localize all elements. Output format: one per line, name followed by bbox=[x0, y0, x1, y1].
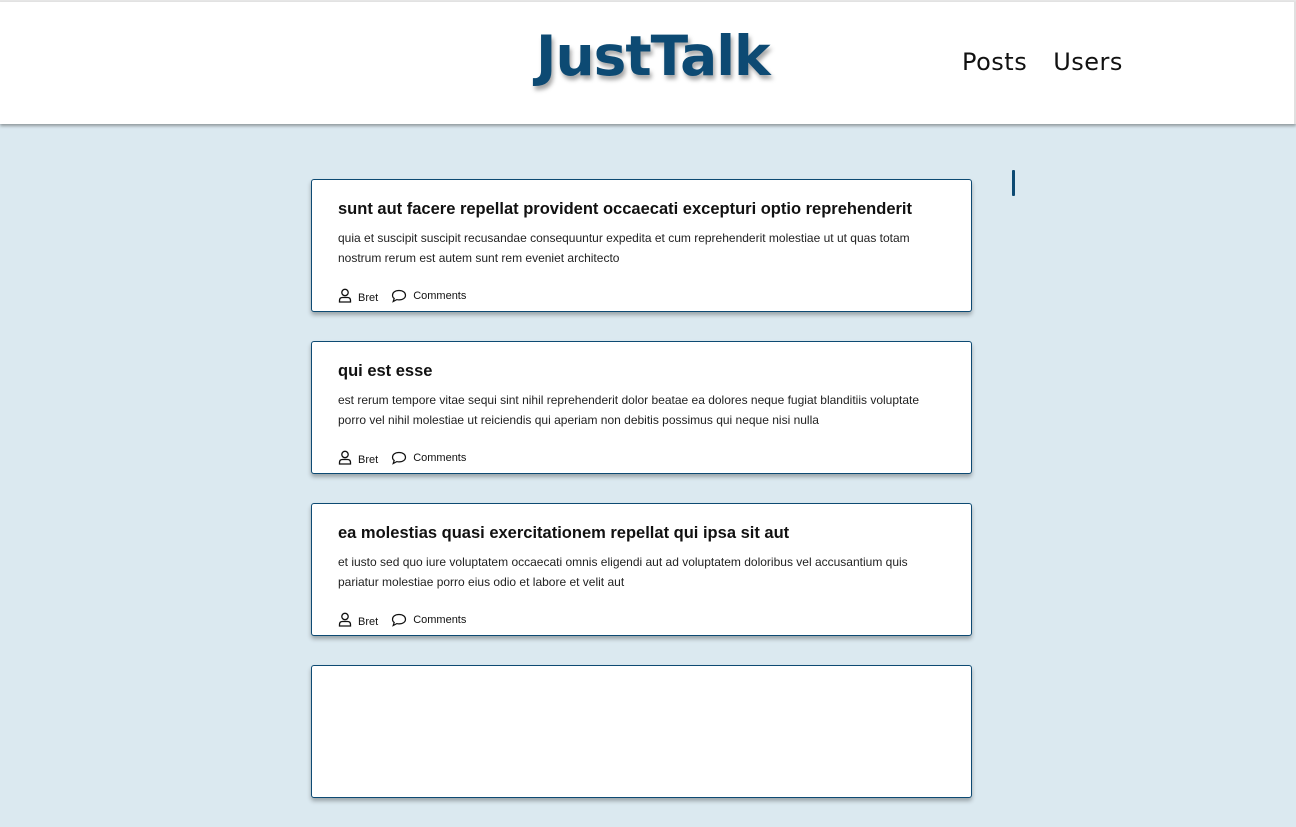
main-nav: Posts Users bbox=[962, 48, 1123, 76]
logo[interactable]: JustTalk bbox=[536, 24, 771, 88]
post-title[interactable]: ea molestias quasi exercitationem repell… bbox=[338, 523, 945, 543]
author-name: Bret bbox=[358, 292, 379, 304]
speech-bubble-icon bbox=[392, 613, 407, 627]
post-body: quia et suscipit suscipit recusandae con… bbox=[338, 231, 910, 265]
post-card[interactable]: qui est esse est rerum tempore vitae seq… bbox=[311, 341, 972, 474]
comments-label: Comments bbox=[413, 613, 467, 626]
comments-link[interactable]: Comments bbox=[391, 451, 466, 465]
nav-posts[interactable]: Posts bbox=[962, 48, 1027, 76]
author-link[interactable]: Bret bbox=[338, 611, 378, 628]
post-meta: Bret Comments bbox=[338, 287, 466, 304]
active-indicator bbox=[1012, 170, 1015, 196]
post-feed: sunt aut facere repellat provident occae… bbox=[311, 179, 972, 827]
comments-link[interactable]: Comments bbox=[391, 289, 466, 303]
author-link[interactable]: Bret bbox=[338, 449, 378, 466]
post-body: et iusto sed quo iure voluptatem occaeca… bbox=[338, 555, 908, 589]
post-card[interactable] bbox=[311, 665, 972, 798]
user-icon bbox=[338, 612, 352, 627]
speech-bubble-icon bbox=[392, 451, 407, 465]
comments-link[interactable]: Comments bbox=[391, 613, 466, 627]
author-name: Bret bbox=[358, 454, 379, 466]
user-icon bbox=[338, 288, 352, 303]
post-body: est rerum tempore vitae sequi sint nihil… bbox=[338, 393, 920, 427]
comments-label: Comments bbox=[413, 289, 467, 302]
user-icon bbox=[338, 450, 352, 465]
speech-bubble-icon bbox=[392, 289, 407, 303]
site-header: JustTalk Posts Users bbox=[0, 2, 1296, 124]
author-link[interactable]: Bret bbox=[338, 287, 378, 304]
post-meta: Bret Comments bbox=[338, 611, 466, 628]
nav-users[interactable]: Users bbox=[1053, 48, 1123, 76]
post-card[interactable]: ea molestias quasi exercitationem repell… bbox=[311, 503, 972, 636]
post-title[interactable]: qui est esse bbox=[338, 361, 945, 381]
author-name: Bret bbox=[358, 616, 379, 628]
comments-label: Comments bbox=[413, 451, 467, 464]
post-title[interactable]: sunt aut facere repellat provident occae… bbox=[338, 199, 945, 219]
post-meta: Bret Comments bbox=[338, 449, 466, 466]
post-card[interactable]: sunt aut facere repellat provident occae… bbox=[311, 179, 972, 312]
